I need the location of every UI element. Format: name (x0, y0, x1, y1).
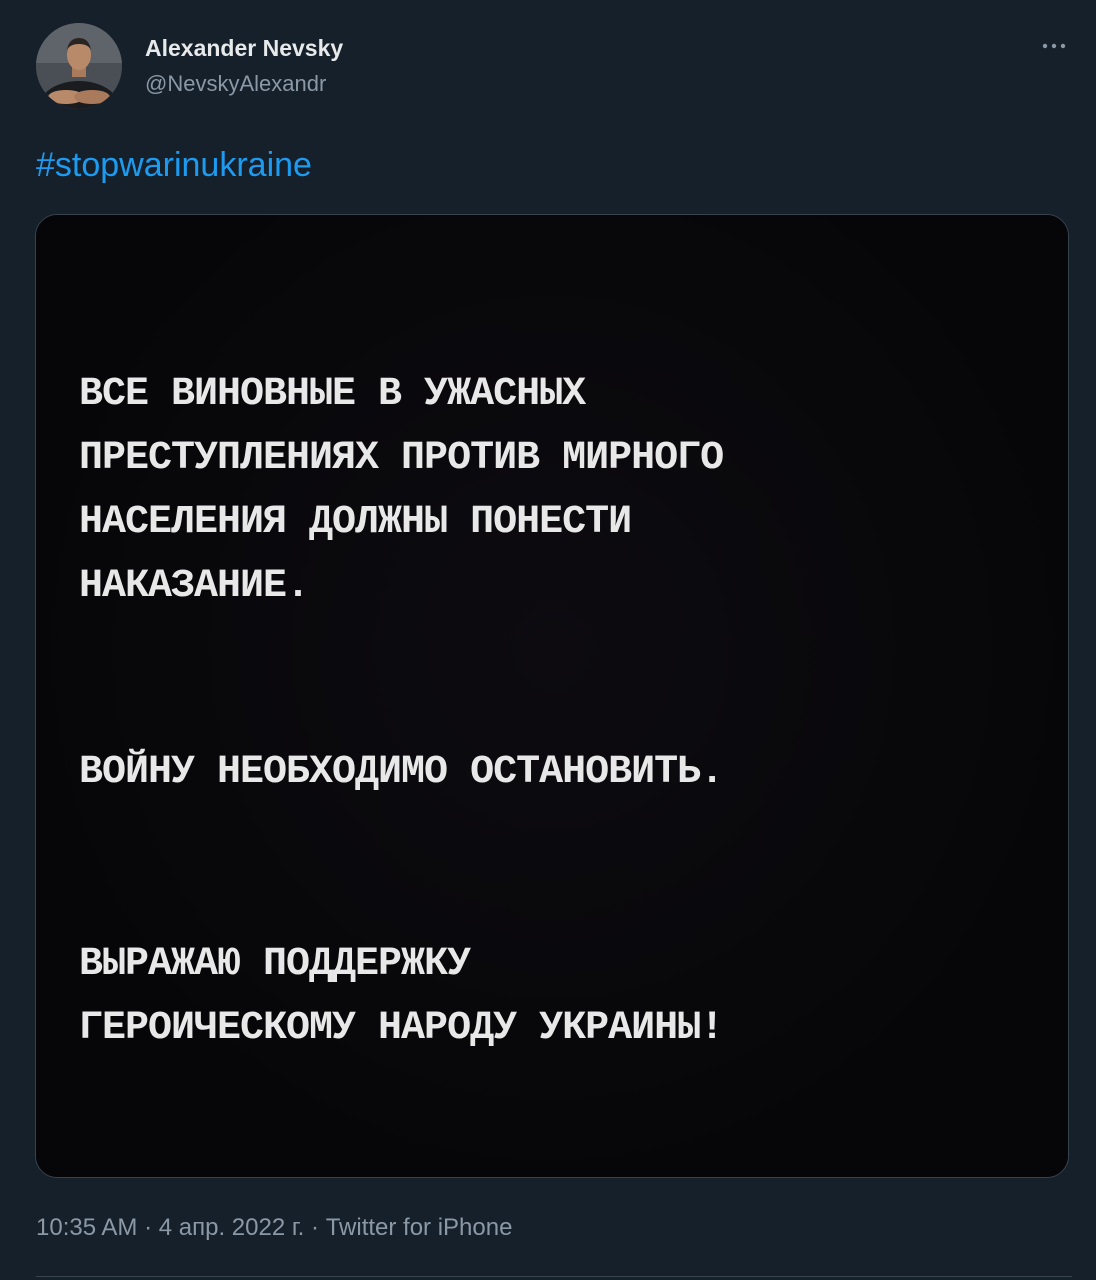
tweet-date[interactable]: 4 апр. 2022 г. (159, 1214, 305, 1241)
avatar-image (36, 23, 122, 109)
avatar[interactable] (36, 23, 122, 109)
image-text-paragraph-2: ВОЙНУ НЕОБХОДИМО ОСТАНОВИТЬ. (79, 750, 724, 795)
more-options-button[interactable] (1036, 34, 1072, 58)
tweet-image[interactable]: ВСЕ ВИНОВНЫЕ В УЖАСНЫХ ПРЕСТУПЛЕНИЯХ ПРО… (35, 214, 1069, 1178)
author-handle[interactable]: @NevskyAlexandr (145, 70, 326, 98)
tweet-metadata: 10:35 AM · 4 апр. 2022 г. · Twitter for … (36, 1212, 512, 1244)
tweet-time[interactable]: 10:35 AM (36, 1214, 137, 1241)
tweet-source[interactable]: Twitter for iPhone (326, 1214, 513, 1241)
image-text-paragraph-3: ВЫРАЖАЮ ПОДДЕРЖКУ ГЕРОИЧЕСКОМУ НАРОДУ УК… (79, 942, 724, 1051)
more-horizontal-icon (1042, 43, 1066, 49)
meta-separator: · (144, 1214, 153, 1241)
hashtag-link[interactable]: #stopwarinukraine (36, 143, 312, 187)
meta-separator: · (311, 1214, 320, 1241)
image-text-paragraph-1: ВСЕ ВИНОВНЫЕ В УЖАСНЫХ ПРЕСТУПЛЕНИЯХ ПРО… (79, 372, 724, 609)
author-display-name[interactable]: Alexander Nevsky (145, 33, 343, 63)
divider (36, 1276, 1072, 1277)
tweet: Alexander Nevsky @NevskyAlexandr #stopwa… (0, 0, 1096, 1280)
